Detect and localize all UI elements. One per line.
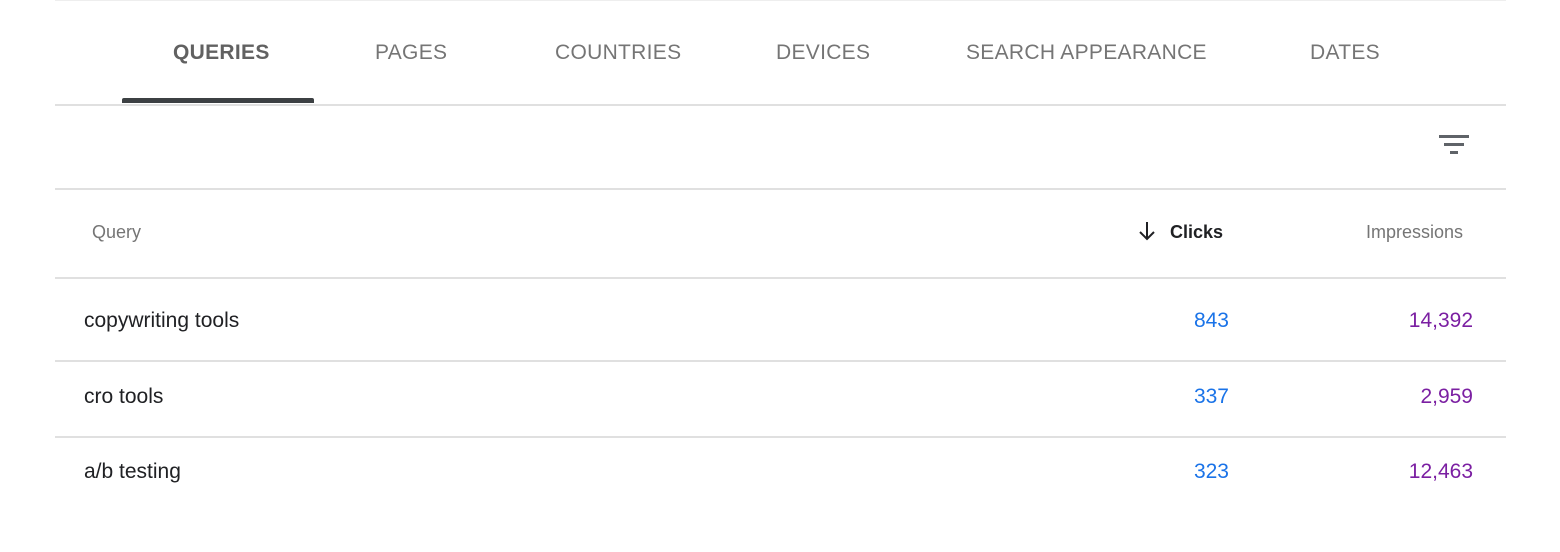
table-toolbar (55, 106, 1506, 190)
column-header-impressions[interactable]: Impressions (1366, 222, 1463, 243)
table-row[interactable]: copywriting tools 843 14,392 (55, 279, 1506, 362)
query-cell: copywriting tools (84, 309, 240, 332)
tab-devices[interactable]: DEVICES (776, 39, 870, 67)
clicks-cell: 843 (1193, 309, 1229, 332)
tab-pages[interactable]: PAGES (375, 39, 447, 67)
impressions-cell: 12,463 (1408, 460, 1473, 483)
clicks-cell: 323 (1193, 460, 1229, 483)
active-tab-indicator (122, 98, 314, 103)
tab-countries[interactable]: COUNTRIES (555, 39, 681, 67)
tab-search-appearance[interactable]: SEARCH APPEARANCE (966, 39, 1207, 67)
table-row[interactable]: cro tools 337 2,959 (55, 362, 1506, 438)
query-cell: a/b testing (84, 460, 181, 483)
query-cell: cro tools (84, 385, 164, 408)
filter-button[interactable] (1431, 124, 1475, 168)
column-header-query: Query (92, 222, 142, 242)
filter-list-icon (1439, 135, 1469, 154)
report-tabs: QUERIES PAGES COUNTRIES DEVICES SEARCH A… (55, 1, 1506, 106)
table-row[interactable]: a/b testing 323 12,463 (55, 438, 1506, 512)
table-header: Query Clicks Impressions (55, 190, 1506, 279)
tab-queries[interactable]: QUERIES (173, 39, 270, 67)
performance-report-panel: QUERIES PAGES COUNTRIES DEVICES SEARCH A… (55, 0, 1506, 552)
tab-dates[interactable]: DATES (1310, 39, 1380, 67)
impressions-cell: 2,959 (1420, 385, 1473, 408)
column-header-clicks[interactable]: Clicks (1170, 222, 1223, 243)
arrow-down-icon[interactable] (1137, 220, 1157, 242)
clicks-cell: 337 (1193, 385, 1229, 408)
impressions-cell: 14,392 (1408, 309, 1473, 332)
